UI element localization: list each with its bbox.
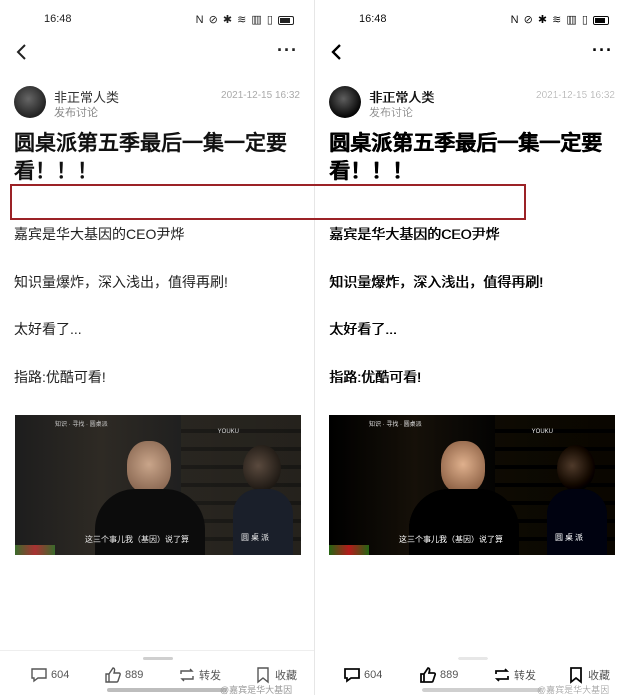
video-plants-right	[329, 545, 369, 555]
video-show-logo: 圆桌派	[241, 533, 271, 542]
battery-icon	[278, 15, 294, 25]
avatar[interactable]	[14, 86, 46, 118]
listener-head	[243, 445, 281, 491]
post-line-knowledge-right: 知识量爆炸，深入浅出，值得再刷!	[329, 274, 543, 290]
favorite-button[interactable]: 收藏	[254, 666, 297, 684]
video-thumbnail-right[interactable]: 知识 · 寻找 · 圆桌派 YOUKU 这三个事儿我（基因）说了算 圆桌派	[329, 415, 615, 555]
back-arrow-icon-right	[331, 44, 341, 60]
post-title-right: 圆桌派第五季最后一集一定要看！！！	[329, 132, 602, 183]
video-top-text-right: 知识 · 寻找 · 圆桌派	[369, 422, 422, 428]
like-icon	[105, 667, 121, 683]
video-brand: YOUKU	[217, 429, 239, 435]
more-dots-icon-right: ···	[592, 40, 613, 60]
highlight-box	[10, 184, 526, 220]
status-icons-text-right: N ⊘ ✱ ≋ ▥ ▯	[510, 14, 589, 26]
listener-torso-right	[547, 489, 607, 555]
watermark-right: @嘉宾是华大基因	[537, 685, 610, 695]
comment-icon	[31, 668, 47, 683]
repost-label-right: 转发	[514, 670, 536, 682]
status-time-right: 16:48	[359, 13, 387, 25]
status-bar: 16:48 N ⊘ ✱ ≋ ▥ ▯	[0, 10, 314, 30]
favorite-label-right: 收藏	[588, 670, 610, 682]
status-bar-right: 16:48 N ⊘ ✱ ≋ ▥ ▯	[315, 10, 629, 30]
left-screenshot-panel: 16:48 N ⊘ ✱ ≋ ▥ ▯ ··· 非正常人类 发布讨论 2021-12…	[0, 0, 314, 695]
like-button[interactable]: 889	[104, 666, 143, 684]
back-button[interactable]	[12, 42, 32, 62]
comment-count-right: 604	[364, 669, 383, 681]
comment-icon-right	[344, 668, 360, 683]
post-title: 圆桌派第五季最后一集一定要看！！！	[14, 132, 287, 183]
listener-head-right	[557, 445, 595, 491]
favorite-label: 收藏	[275, 670, 297, 682]
speaker-torso	[95, 489, 205, 555]
battery-icon-right	[593, 15, 609, 25]
status-icons-text: N ⊘ ✱ ≋ ▥ ▯	[195, 14, 274, 26]
favorite-icon-right	[570, 667, 582, 684]
speaker-head-right	[441, 441, 485, 493]
post-line-where: 指路:优酷可看!	[14, 369, 106, 385]
back-button-right[interactable]	[327, 42, 347, 62]
post-line-where-right: 指路:优酷可看!	[329, 369, 421, 385]
video-brand-right: YOUKU	[531, 429, 553, 435]
video-caption-right: 这三个事儿我（基因）说了算	[399, 535, 503, 544]
post-line-great: 太好看了...	[14, 321, 82, 337]
speaker-head	[127, 441, 171, 493]
status-time: 16:48	[44, 13, 72, 25]
like-count-right: 889	[440, 669, 459, 681]
like-icon-right	[420, 667, 437, 683]
back-arrow-icon	[16, 44, 26, 60]
sheet-handle-right	[458, 657, 488, 660]
repost-label: 转发	[199, 670, 221, 682]
favorite-icon	[257, 667, 269, 684]
right-screenshot-panel: 16:48 N ⊘ ✱ ≋ ▥ ▯ ··· 非正常人类 发布讨论 2021-12…	[315, 0, 629, 695]
more-button-right[interactable]: ···	[592, 41, 613, 59]
author-subtitle-right: 发布讨论	[369, 107, 413, 119]
home-indicator-right	[422, 688, 542, 692]
post-line-great-right: 太好看了...	[329, 321, 397, 337]
repost-icon-right	[494, 668, 510, 682]
comment-count: 604	[51, 669, 70, 681]
more-dots-icon: ···	[277, 40, 298, 60]
repost-button[interactable]: 转发	[178, 666, 221, 684]
post-line-knowledge: 知识量爆炸，深入浅出，值得再刷!	[14, 274, 228, 290]
post-time: 2021-12-15 16:32	[221, 90, 300, 101]
avatar-right[interactable]	[329, 86, 361, 118]
post-line-guest-right: 嘉宾是华大基因的CEO尹烨	[329, 226, 500, 242]
video-caption: 这三个事儿我（基因）说了算	[85, 535, 189, 544]
post-time-right: 2021-12-15 16:32	[536, 90, 615, 101]
listener-torso	[233, 489, 293, 555]
author-subtitle: 发布讨论	[54, 107, 98, 119]
author-row: 非正常人类 发布讨论 2021-12-15 16:32	[14, 86, 300, 120]
author-row-right: 非正常人类 发布讨论 2021-12-15 16:32	[329, 86, 615, 120]
more-button[interactable]: ···	[277, 41, 298, 59]
like-count: 889	[125, 669, 144, 681]
video-show-logo-right: 圆桌派	[555, 533, 585, 542]
home-indicator	[107, 688, 227, 692]
watermark: @嘉宾是华大基因	[220, 685, 293, 695]
sheet-handle	[143, 657, 173, 660]
comment-button[interactable]: 604	[30, 666, 69, 684]
speaker-torso-right	[409, 489, 519, 555]
video-plants	[15, 545, 55, 555]
repost-button-right[interactable]: 转发	[493, 666, 536, 684]
like-button-right[interactable]: 889	[419, 666, 458, 684]
favorite-button-right[interactable]: 收藏	[567, 666, 610, 684]
repost-icon	[180, 668, 194, 682]
status-icons: N ⊘ ✱ ≋ ▥ ▯	[196, 13, 294, 26]
comment-button-right[interactable]: 604	[343, 666, 382, 684]
post-line-guest: 嘉宾是华大基因的CEO尹烨	[14, 226, 185, 242]
video-top-text: 知识 · 寻找 · 圆桌派	[55, 422, 108, 428]
status-icons-right: N ⊘ ✱ ≋ ▥ ▯	[511, 13, 609, 26]
video-thumbnail[interactable]: 知识 · 寻找 · 圆桌派 YOUKU 这三个事儿我（基因）说了算 圆桌派	[15, 415, 301, 555]
